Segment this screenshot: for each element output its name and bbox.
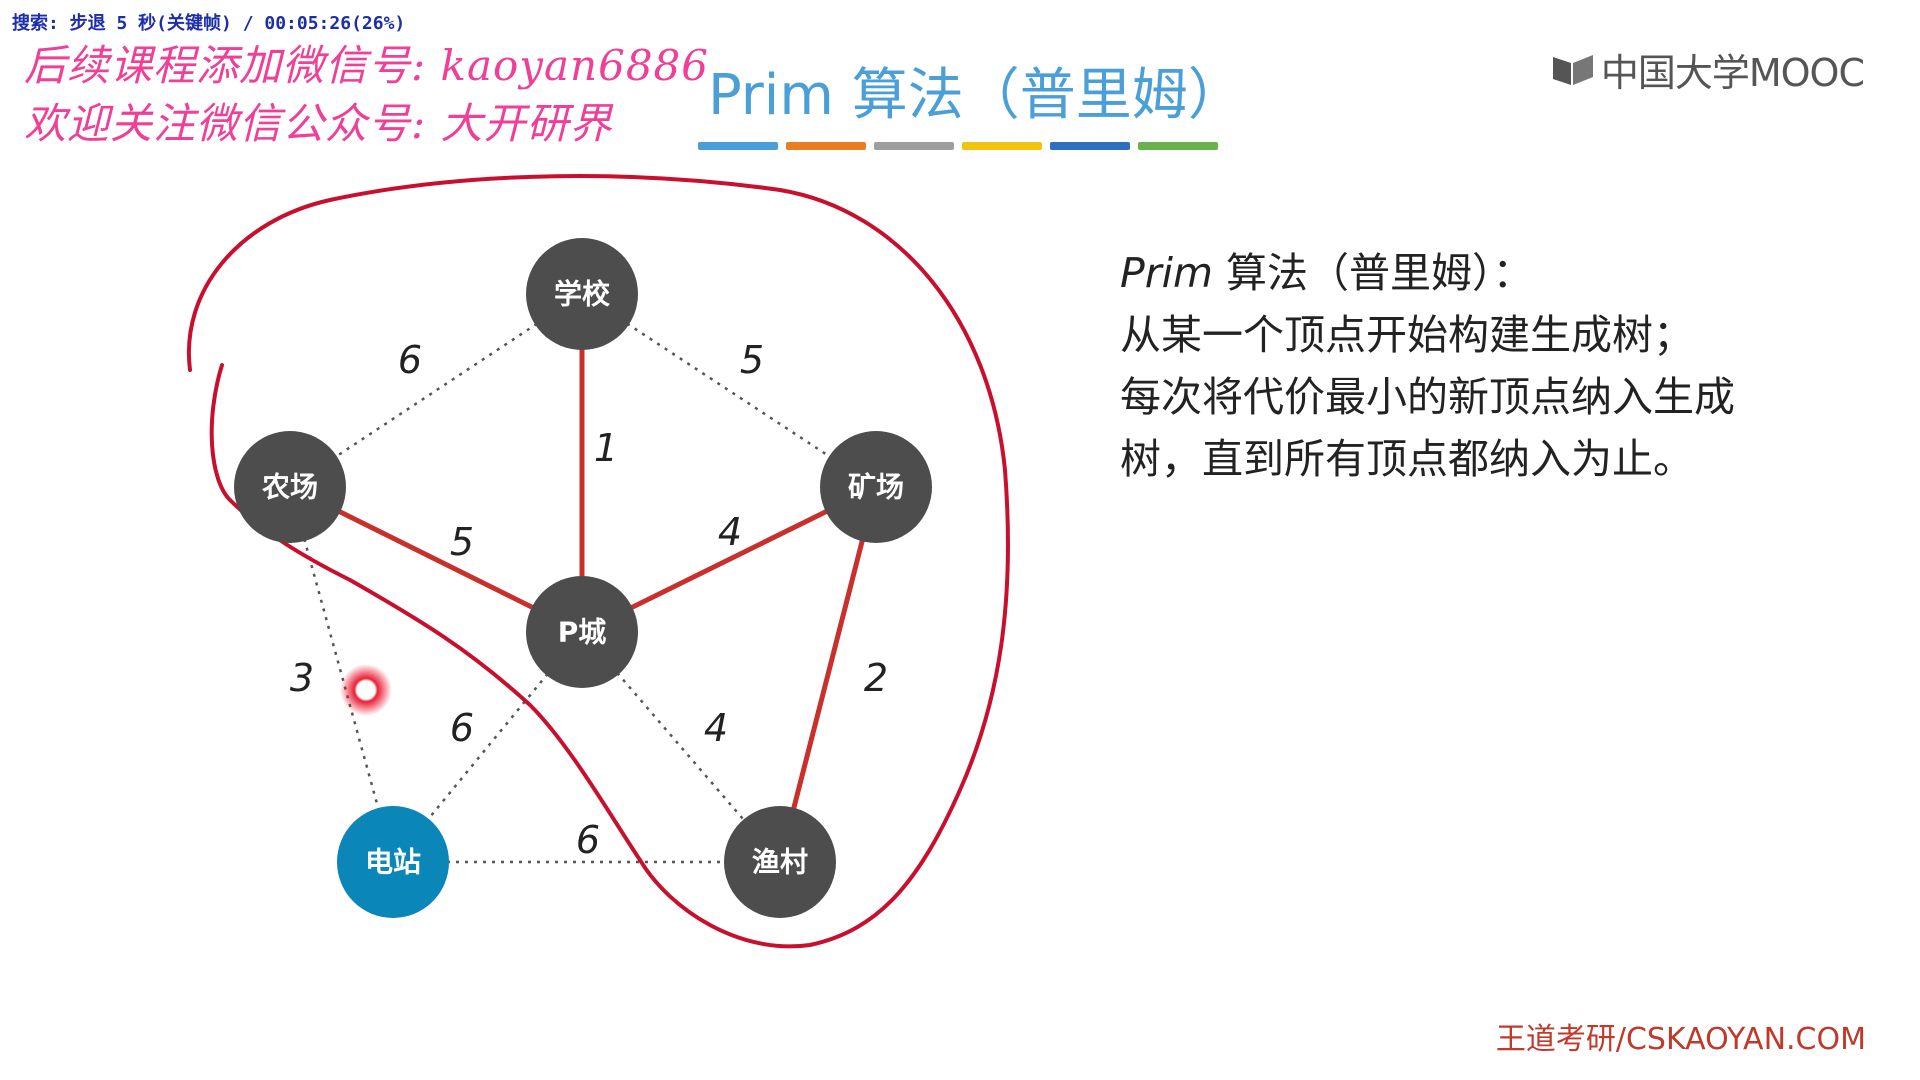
node-circle — [234, 431, 346, 543]
node-circle — [820, 431, 932, 543]
edge-weight-school-mine: 5 — [740, 338, 764, 382]
edge-school-mine — [581, 292, 877, 489]
node-label: 学校 — [554, 278, 611, 311]
edge-pcity-village — [581, 631, 781, 863]
player-status-overlay: 搜索: 步退 5 秒(关键帧) / 00:05:26(26%) — [6, 8, 412, 36]
node-station: 电站 — [337, 806, 449, 918]
footer-brand: 王道考研/CSKAOYAN.COM — [1495, 1022, 1866, 1057]
node-village: 渔村 — [724, 806, 836, 918]
graph-diagram: 6 5 1 5 4 3 6 4 2 6 学校农场 矿场 P城电站 渔村 — [186, 174, 1010, 949]
algorithm-description: Prim 算法（普里姆）： 从某一个顶点开始构建生成树； 每次将代价最小的新顶点… — [1120, 242, 1780, 490]
nodes-layer: 学校农场 矿场 P城电站 渔村 — [234, 238, 932, 918]
title-color-bar — [1138, 142, 1218, 150]
node-circle — [724, 806, 836, 918]
mooc-brand: 中国大学MOOC — [1551, 42, 1865, 97]
edges-layer — [288, 292, 879, 864]
node-farm: 农场 — [234, 431, 346, 543]
edge-weight-school-pcity: 1 — [594, 426, 618, 470]
edge-labels-layer: 6 5 1 5 4 3 6 4 2 6 — [290, 338, 888, 862]
node-label: P城 — [558, 616, 607, 649]
edge-farm-station — [288, 486, 395, 863]
edge-mine-pcity — [580, 484, 878, 635]
edge-weight-mine-pcity: 4 — [718, 510, 742, 554]
title-color-bar — [874, 142, 954, 150]
edge-weight-pcity-station: 6 — [450, 706, 474, 750]
title-color-bar — [786, 142, 866, 150]
watermark-official-account: 欢迎关注微信公众号: 大开研界 — [24, 99, 613, 148]
title-color-bar — [698, 142, 778, 150]
node-circle — [526, 238, 638, 350]
node-school: 学校 — [526, 238, 638, 350]
edge-weight-pcity-village: 4 — [704, 706, 728, 750]
edge-weight-farm-pcity: 5 — [450, 520, 474, 564]
edge-school-farm — [289, 292, 583, 489]
node-pcity: P城 — [526, 576, 638, 688]
description-line-3: 每次将代价最小的新顶点纳入生成 — [1120, 373, 1735, 421]
node-label: 矿场 — [848, 471, 904, 504]
mooc-logo-icon — [1551, 51, 1595, 89]
cursor-indicator — [340, 664, 392, 716]
node-circle — [526, 576, 638, 688]
description-line-1: Prim 算法（普里姆）： — [1120, 242, 1780, 304]
description-prim-word: Prim — [1120, 249, 1213, 297]
node-circle — [337, 806, 449, 918]
edge-pcity-station — [392, 631, 583, 863]
slide-title: Prim 算法（普里姆） — [708, 63, 1244, 128]
mooc-brand-text: 中国大学MOOC — [1600, 51, 1865, 95]
watermark-wechat-id: 后续课程添加微信号: kaoyan6886 — [24, 41, 709, 90]
title-color-bars — [698, 142, 1218, 150]
edge-mine-village — [777, 486, 879, 863]
video-frame[interactable]: 搜索: 步退 5 秒(关键帧) / 00:05:26(26%) 后续课程添加微信… — [0, 0, 1920, 1080]
edge-weight-farm-station: 3 — [290, 656, 314, 700]
annotation-loop-stroke — [186, 174, 1010, 949]
description-line-4: 树，直到所有顶点都纳入为止。 — [1120, 435, 1694, 483]
description-line-2: 从某一个顶点开始构建生成树； — [1120, 311, 1694, 359]
node-mine: 矿场 — [820, 431, 932, 543]
node-label: 电站 — [365, 846, 421, 879]
node-label: 农场 — [261, 471, 318, 504]
edge-weight-school-farm: 6 — [398, 338, 422, 382]
node-label: 渔村 — [752, 846, 808, 879]
edge-weight-station-village: 6 — [576, 818, 600, 862]
title-color-bar — [1050, 142, 1130, 150]
title-color-bar — [962, 142, 1042, 150]
edge-farm-pcity — [288, 484, 584, 635]
edge-weight-mine-village: 2 — [864, 656, 888, 700]
description-line-1-rest: 算法（普里姆）： — [1212, 249, 1534, 297]
